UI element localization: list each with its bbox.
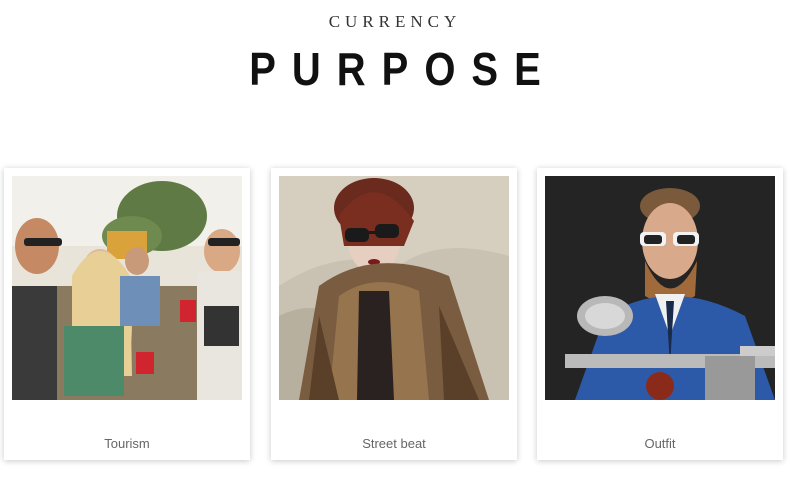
category-card-street-beat[interactable]: Street beat <box>271 168 517 460</box>
category-card-tourism[interactable]: Tourism <box>4 168 250 460</box>
tourism-photo <box>12 176 242 400</box>
card-caption: Outfit <box>644 436 676 451</box>
section-subtitle: CURRENCY <box>328 12 462 31</box>
card-caption: Street beat <box>362 436 426 451</box>
category-card-outfit[interactable]: Outfit <box>537 168 783 460</box>
card-caption: Tourism <box>104 436 150 451</box>
street-beat-photo <box>279 176 509 400</box>
outfit-photo <box>545 176 775 400</box>
section-title: PURPOSE <box>249 44 557 96</box>
